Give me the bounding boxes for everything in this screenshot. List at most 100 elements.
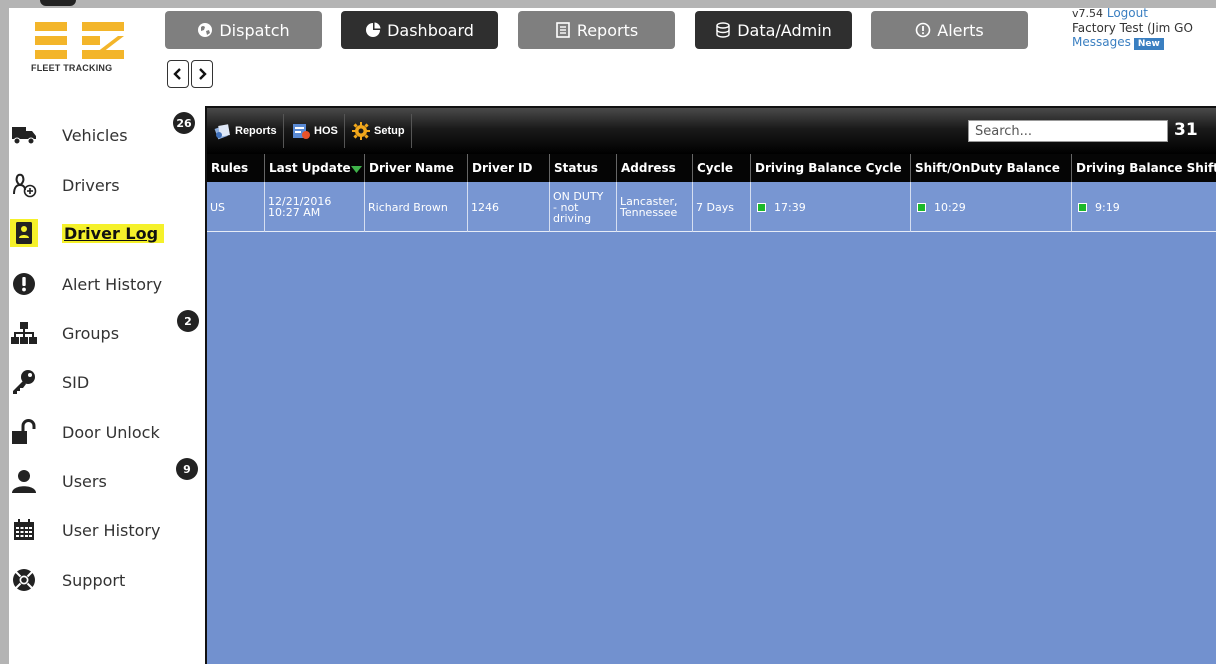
window-frame-notch [40, 0, 76, 6]
status-line: - not [553, 200, 579, 214]
toolbar-reports-label: Reports [235, 125, 277, 137]
logbook-icon [10, 219, 38, 247]
logo-text: FLEET TRACKING [31, 63, 113, 73]
nav-alerts-button[interactable]: Alerts [871, 11, 1028, 49]
truck-icon [10, 121, 38, 149]
sidebar-item-label: Drivers [62, 175, 120, 195]
gear-icon [352, 122, 370, 140]
column-header-driver-id[interactable]: Driver ID [468, 154, 550, 182]
toolbar-setup-button[interactable]: Setup [346, 114, 412, 148]
cell-driver-name: Richard Brown [365, 182, 468, 232]
driver-log-panel: Reports HOS Setup 31 Rules Last Update D… [205, 106, 1216, 664]
sidebar-item-user-history[interactable]: User History [10, 512, 160, 548]
sort-down-icon [351, 166, 362, 173]
column-header-shift-onduty-balance[interactable]: Shift/OnDuty Balance [911, 154, 1072, 182]
nav-data-admin-label: Data/Admin [737, 20, 832, 40]
shift-onduty-balance-value: 10:29 [934, 200, 966, 214]
sidebar-item-label: User History [62, 520, 161, 540]
sidebar-item-users[interactable]: Users [10, 463, 107, 499]
account-name: Factory Test (Jim GO [1072, 21, 1193, 35]
forward-button[interactable] [191, 60, 213, 88]
reports-icon [214, 124, 230, 140]
cell-status: ON DUTY - not driving [550, 182, 617, 232]
nav-dashboard-button[interactable]: Dashboard [341, 11, 498, 49]
driving-balance-shift-value: 9:19 [1095, 200, 1120, 214]
status-ok-square [917, 202, 926, 212]
groups-count-badge: 2 [177, 310, 199, 332]
sitemap-icon [10, 319, 38, 347]
column-header-driver-name[interactable]: Driver Name [365, 154, 468, 182]
sidebar-item-label: Support [62, 570, 126, 590]
address-line: Tennessee [620, 206, 678, 219]
column-header-label: Last Update [269, 161, 351, 175]
column-header-address[interactable]: Address [617, 154, 693, 182]
key-icon [10, 368, 38, 396]
app-version: v7.54 [1072, 7, 1104, 20]
database-icon [716, 22, 730, 38]
nav-data-admin-button[interactable]: Data/Admin [695, 11, 852, 49]
hos-icon [293, 124, 310, 139]
new-messages-badge: New [1133, 38, 1164, 50]
cell-address: Lancaster, Tennessee [617, 182, 693, 232]
status-line: ON DUTY [553, 189, 604, 203]
column-header-status[interactable]: Status [550, 154, 617, 182]
sidebar-item-label: Alert History [62, 274, 163, 294]
sidebar-item-label: SID [62, 372, 90, 392]
sidebar-item-label: Vehicles [62, 125, 128, 145]
globe-icon [198, 23, 213, 37]
calendar-icon [10, 516, 38, 544]
status-line: driving [553, 211, 592, 225]
document-icon [556, 22, 570, 38]
cell-driver-id: 1246 [468, 182, 550, 232]
nav-reports-label: Reports [576, 20, 639, 40]
users-count-badge: 9 [176, 458, 198, 480]
life-ring-icon [10, 566, 38, 594]
messages-link[interactable]: Messages [1072, 35, 1131, 49]
sidebar-item-door-unlock[interactable]: Door Unlock [10, 414, 160, 450]
sidebar-item-vehicles[interactable]: Vehicles [10, 117, 128, 153]
toolbar-reports-button[interactable]: Reports [207, 114, 284, 148]
nav-dispatch-label: Dispatch [219, 20, 290, 40]
cell-cycle: 7 Days [693, 182, 751, 232]
logout-link[interactable]: Logout [1107, 6, 1148, 20]
sidebar-item-support[interactable]: Support [10, 562, 125, 598]
unlock-icon [10, 418, 38, 446]
cell-shift-onduty-balance: 10:29 [911, 182, 1072, 232]
pie-chart-icon [366, 22, 381, 37]
nav-dashboard-label: Dashboard [387, 20, 474, 40]
driver-add-icon [10, 171, 38, 199]
sidebar-item-alert-history[interactable]: Alert History [10, 266, 162, 302]
sidebar-item-groups[interactable]: Groups [10, 315, 119, 351]
status-ok-square [1078, 202, 1087, 212]
cell-driving-balance-cycle: 17:39 [751, 182, 911, 232]
vehicles-count-badge: 26 [173, 112, 195, 134]
toolbar-hos-button[interactable]: HOS [286, 114, 345, 148]
back-button[interactable] [167, 60, 189, 88]
user-icon [10, 467, 38, 495]
exclamation-icon [10, 270, 38, 298]
column-header-driving-balance-cycle[interactable]: Driving Balance Cycle [751, 154, 911, 182]
nav-reports-button[interactable]: Reports [518, 11, 675, 49]
toolbar-hos-label: HOS [314, 125, 338, 137]
chevron-left-icon [173, 68, 181, 80]
sidebar-item-label: Driver Log [62, 223, 165, 243]
table-header: Rules Last Update Driver Name Driver ID … [207, 154, 1216, 182]
search-input[interactable] [968, 120, 1168, 142]
sidebar-item-label: Users [62, 471, 107, 491]
nav-dispatch-button[interactable]: Dispatch [165, 11, 322, 49]
nav-alerts-label: Alerts [937, 20, 984, 40]
chevron-right-icon [199, 68, 207, 80]
window-frame-left [0, 0, 9, 664]
alert-circle-icon [915, 22, 931, 38]
column-header-rules[interactable]: Rules [207, 154, 265, 182]
window-frame-top [0, 0, 1216, 8]
last-update-time: 10:27 AM [268, 206, 321, 219]
status-ok-square [757, 202, 766, 212]
column-header-cycle[interactable]: Cycle [693, 154, 751, 182]
cell-last-update: 12/21/2016 10:27 AM [265, 182, 365, 232]
column-header-driving-balance-shift[interactable]: Driving Balance Shift [1072, 154, 1216, 182]
table-row[interactable]: US 12/21/2016 10:27 AM Richard Brown 1246… [207, 182, 1216, 232]
sidebar-item-drivers[interactable]: Drivers [10, 167, 120, 203]
sidebar-item-sid[interactable]: SID [10, 364, 89, 400]
sidebar-item-driver-log[interactable]: Driver Log [10, 215, 165, 251]
